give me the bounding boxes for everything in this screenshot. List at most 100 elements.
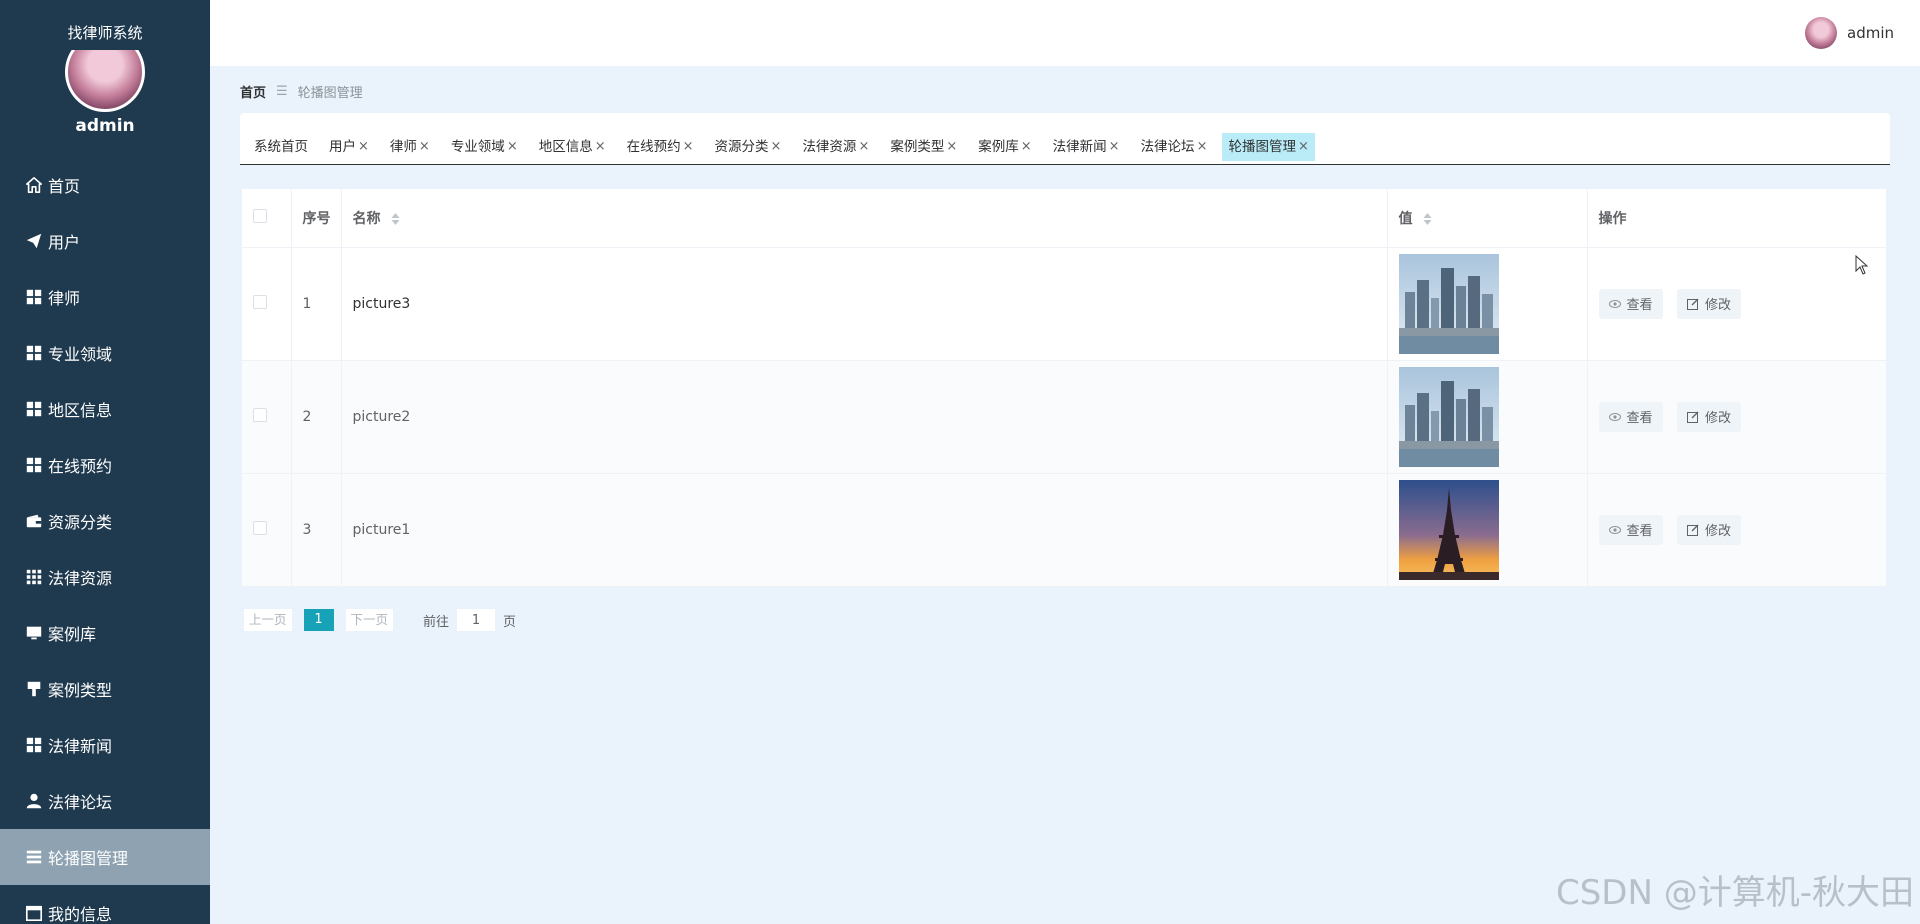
sidebar-item-legal-news[interactable]: 法律新闻 [0,717,210,773]
edit-button-label: 修改 [1704,411,1731,426]
next-page-button[interactable]: 下一页 [345,609,394,631]
tag-users[interactable]: 用户 × [323,133,375,161]
sidebar-item-label: 首页 [48,177,81,196]
edit-button[interactable]: 修改 [1676,514,1741,545]
tag-appointments[interactable]: 在线预约 × [621,133,700,161]
grid-icon [24,455,44,475]
column-header-name[interactable]: 名称 [341,189,1388,248]
sidebar-item-regions[interactable]: 地区信息 [0,381,210,437]
brush-icon [24,679,44,699]
sort-icon[interactable] [391,212,400,225]
edit-button[interactable]: 修改 [1676,401,1741,432]
close-icon[interactable]: × [946,133,957,161]
sidebar-item-case-library[interactable]: 案例库 [0,605,210,661]
close-icon[interactable]: × [683,133,694,161]
calendar-icon [24,903,44,923]
tag-case-library[interactable]: 案例库 × [972,133,1037,161]
row-value [1387,473,1588,587]
tag-lawyers[interactable]: 律师 × [384,133,436,161]
edit-button[interactable]: 修改 [1676,288,1741,319]
tag-label: 地区信息 [538,139,593,155]
tag-practice-areas[interactable]: 专业领域 × [445,133,524,161]
tag-legal-news[interactable]: 法律新闻 × [1047,133,1126,161]
close-icon[interactable]: × [507,133,518,161]
mouse-cursor-icon [1855,255,1869,275]
tag-label: 案例库 [978,139,1019,155]
user-menu[interactable]: admin [1805,16,1894,50]
sidebar-item-users[interactable]: 用户 [0,213,210,269]
sort-icon[interactable] [1423,212,1432,225]
table-row: 1 picture3 查看 修改 [242,247,1886,361]
view-button[interactable]: 查看 [1598,401,1663,432]
sidebar-item-label: 案例库 [48,625,97,644]
breadcrumb-separator-icon: ☰ [276,83,288,99]
close-icon[interactable]: × [595,133,606,161]
goto-page-input[interactable] [457,609,496,631]
view-button[interactable]: 查看 [1598,288,1663,319]
tag-regions[interactable]: 地区信息 × [533,133,612,161]
select-all-checkbox[interactable] [253,208,267,223]
paper-plane-icon [24,231,44,251]
close-icon[interactable]: × [858,133,869,161]
column-header-value-label: 值 [1398,210,1413,227]
sidebar-item-my-info[interactable]: 我的信息 [0,885,210,924]
sidebar-item-home[interactable]: 首页 [0,157,210,213]
sidebar-item-label: 我的信息 [48,905,113,924]
sidebar-item-label: 轮播图管理 [48,849,129,868]
tag-legal-forum[interactable]: 法律论坛 × [1135,133,1214,161]
close-icon[interactable]: × [771,133,782,161]
list-icon [24,847,44,867]
row-checkbox[interactable] [253,520,267,535]
sidebar-item-practice-areas[interactable]: 专业领域 [0,325,210,381]
sidebar-menu: 首页 用户 律师 专业领域 地区信息 在线预约 资源分类 法律资源 案例库 案例… [0,157,210,924]
top-bar: admin [210,0,1920,66]
row-checkbox[interactable] [253,407,267,422]
sidebar-item-label: 法律新闻 [48,737,113,756]
sidebar-item-case-types[interactable]: 案例类型 [0,661,210,717]
tag-home[interactable]: 系统首页 [248,133,314,161]
close-icon[interactable]: × [419,133,430,161]
tag-case-types[interactable]: 案例类型 × [884,133,963,161]
row-value [1387,247,1588,361]
table-header-row: 序号 名称 值 操作 [242,189,1886,248]
tag-label: 系统首页 [254,139,308,155]
pagination: 上一页 1 下一页 前往 页 [244,608,516,632]
row-name: picture1 [341,473,1388,587]
column-header-value[interactable]: 值 [1387,189,1588,248]
sidebar-user-name: admin [75,116,135,136]
close-icon[interactable]: × [358,133,369,161]
row-select-cell [242,360,292,474]
tag-label: 在线预约 [626,139,681,155]
sidebar-item-legal-resources[interactable]: 法律资源 [0,549,210,605]
page-number-button[interactable]: 1 [303,609,334,631]
eiffel-tower-image[interactable] [1398,479,1499,580]
close-icon[interactable]: × [1109,133,1120,161]
tag-legal-resources[interactable]: 法律资源 × [796,133,875,161]
close-icon[interactable]: × [1298,133,1309,161]
sidebar-item-label: 法律论坛 [48,793,113,812]
sidebar-item-resource-categories[interactable]: 资源分类 [0,493,210,549]
grid-icon [24,287,44,307]
row-index: 1 [291,247,342,361]
view-button[interactable]: 查看 [1598,514,1663,545]
goto-unit-label: 页 [503,614,517,630]
row-index: 3 [291,473,342,587]
table-row: 2 picture2 查看 修改 [242,360,1886,474]
column-header-index: 序号 [291,189,342,248]
close-icon[interactable]: × [1021,133,1032,161]
prev-page-button[interactable]: 上一页 [244,609,292,631]
tag-carousel[interactable]: 轮播图管理 × [1222,133,1315,161]
sidebar-item-appointments[interactable]: 在线预约 [0,437,210,493]
city-skyline-image[interactable] [1398,253,1499,354]
table-row: 3 picture1 查看 修改 [242,473,1886,587]
row-checkbox[interactable] [253,294,267,309]
home-icon [24,175,44,195]
breadcrumb-home[interactable]: 首页 [240,82,266,101]
close-icon[interactable]: × [1197,133,1208,161]
sidebar-item-legal-forum[interactable]: 法律论坛 [0,773,210,829]
sidebar-item-carousel[interactable]: 轮播图管理 [0,829,210,885]
tag-resource-categories[interactable]: 资源分类 × [709,133,788,161]
sidebar-item-lawyers[interactable]: 律师 [0,269,210,325]
wallet-icon [24,511,44,531]
city-skyline-image[interactable] [1398,366,1499,467]
